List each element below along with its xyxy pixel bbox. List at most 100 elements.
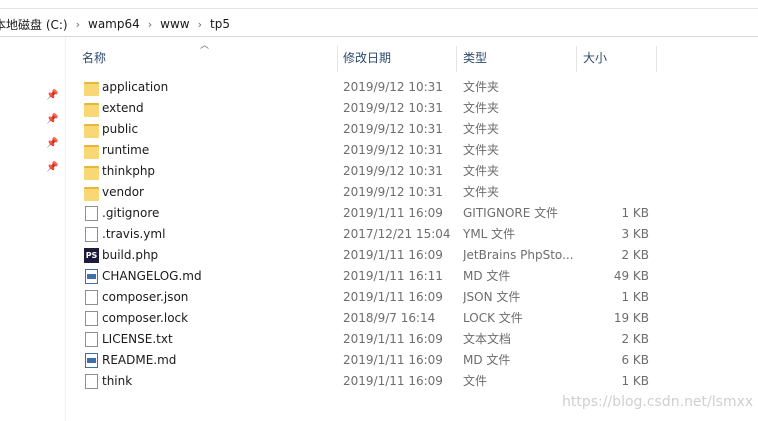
chevron-right-icon: ›: [147, 17, 153, 31]
breadcrumb-tp5[interactable]: tp5: [206, 17, 234, 31]
file-name: application: [102, 80, 169, 94]
file-type: LOCK 文件: [463, 311, 523, 325]
file-row[interactable]: PS build.php 2019/1/11 16:09 JetBrains PhpS…: [66, 245, 758, 266]
file-list[interactable]: application 2019/9/12 10:31 文件夹 extend 2019/…: [66, 77, 758, 392]
column-divider[interactable]: [337, 46, 338, 72]
file-row[interactable]: vendor 2019/9/12 10:31 文件夹: [66, 182, 758, 203]
breadcrumb-wamp64[interactable]: wamp64: [84, 17, 144, 31]
folder-icon: [84, 166, 99, 180]
folder-icon: [84, 187, 99, 201]
file-type: 文件夹: [463, 80, 500, 94]
file-name: README.md: [102, 353, 177, 367]
breadcrumb-drive[interactable]: 本地磁盘 (C:): [0, 16, 72, 33]
file-size: 2 KB: [621, 332, 649, 346]
file-name: extend: [102, 101, 144, 115]
file-date: 2017/12/21 15:04: [343, 227, 451, 241]
file-row[interactable]: composer.json 2019/1/11 16:09 JSON 文件 1 KB: [66, 287, 758, 308]
chevron-right-icon: ›: [197, 17, 203, 31]
file-name: runtime: [102, 143, 150, 157]
file-row[interactable]: .gitignore 2019/1/11 16:09 GITIGNORE 文件 1 K…: [66, 203, 758, 224]
file-date: 2019/9/12 10:31: [343, 185, 443, 199]
file-row[interactable]: CHANGELOG.md 2019/1/11 16:11 MD 文件 49 KB: [66, 266, 758, 287]
file-name: .gitignore: [102, 206, 160, 220]
sort-up-icon: ︿: [200, 41, 210, 51]
column-divider[interactable]: [456, 46, 457, 72]
file-name: vendor: [102, 185, 144, 199]
file-size: 1 KB: [621, 374, 649, 388]
file-type: 文件夹: [463, 164, 500, 178]
file-size: 49 KB: [613, 269, 649, 283]
file-row[interactable]: composer.lock 2018/9/7 16:14 LOCK 文件 19 KB: [66, 308, 758, 329]
file-date: 2019/9/12 10:31: [343, 122, 443, 136]
file-date: 2019/1/11 16:09: [343, 353, 443, 367]
window-top-edge: [0, 0, 758, 9]
column-divider[interactable]: [576, 46, 577, 72]
pin-icon[interactable]: 📌: [46, 138, 58, 150]
folder-icon: [84, 103, 99, 117]
breadcrumb-www[interactable]: www: [156, 17, 193, 31]
folder-icon: [84, 145, 99, 159]
file-size: 3 KB: [621, 227, 649, 241]
column-divider[interactable]: [656, 46, 657, 72]
column-date[interactable]: 修改日期: [343, 44, 391, 72]
file-type: 文本文档: [463, 332, 512, 346]
file-type: JetBrains PhpSto...: [463, 248, 574, 262]
file-row[interactable]: .travis.yml 2017/12/21 15:04 YML 文件 3 KB: [66, 224, 758, 245]
file-size: 6 KB: [621, 353, 649, 367]
file-date: 2019/1/11 16:09: [343, 374, 443, 388]
file-name: composer.json: [102, 290, 189, 304]
file-type: GITIGNORE 文件: [463, 206, 559, 220]
file-date: 2019/9/12 10:31: [343, 80, 443, 94]
file-row[interactable]: public 2019/9/12 10:31 文件夹: [66, 119, 758, 140]
file-row[interactable]: extend 2019/9/12 10:31 文件夹: [66, 98, 758, 119]
file-date: 2018/9/7 16:14: [343, 311, 436, 325]
file-date: 2019/1/11 16:09: [343, 332, 443, 346]
markdown-file-icon: [85, 269, 98, 284]
file-date: 2019/1/11 16:09: [343, 206, 443, 220]
pin-icon[interactable]: 📌: [46, 162, 58, 174]
folder-icon: [84, 124, 99, 138]
file-row[interactable]: application 2019/9/12 10:31 文件夹: [66, 77, 758, 98]
phpstorm-icon: PS: [84, 248, 99, 263]
file-row[interactable]: think 2019/1/11 16:09 文件 1 KB: [66, 371, 758, 392]
chevron-right-icon: ›: [75, 17, 81, 31]
file-type: JSON 文件: [463, 290, 521, 304]
column-size[interactable]: 大小: [583, 44, 607, 72]
markdown-file-icon: [85, 353, 98, 368]
pin-icon[interactable]: 📌: [46, 114, 58, 126]
file-row[interactable]: thinkphp 2019/9/12 10:31 文件夹: [66, 161, 758, 182]
file-date: 2019/1/11 16:11: [343, 269, 443, 283]
file-icon: [85, 332, 98, 347]
column-name[interactable]: 名称: [82, 44, 106, 72]
file-type: 文件夹: [463, 122, 500, 136]
file-row[interactable]: LICENSE.txt 2019/1/11 16:09 文本文档 2 KB: [66, 329, 758, 350]
file-name: CHANGELOG.md: [102, 269, 202, 283]
file-icon: [85, 290, 98, 305]
column-header: ︿ 名称 修改日期 类型 大小: [66, 41, 758, 72]
file-row[interactable]: runtime 2019/9/12 10:31 文件夹: [66, 140, 758, 161]
navigation-pane[interactable]: 📌 📌 📌 📌: [0, 37, 66, 421]
file-icon: [85, 227, 98, 242]
file-name: build.php: [102, 248, 159, 262]
column-type[interactable]: 类型: [463, 44, 487, 72]
folder-icon: [84, 82, 99, 96]
file-size: 2 KB: [621, 248, 649, 262]
pin-icon[interactable]: 📌: [46, 90, 58, 102]
file-icon: [85, 374, 98, 389]
file-date: 2019/1/11 16:09: [343, 248, 443, 262]
file-type: 文件夹: [463, 143, 500, 157]
file-type: MD 文件: [463, 353, 511, 367]
file-name: think: [102, 374, 133, 388]
file-name: LICENSE.txt: [102, 332, 173, 346]
file-type: 文件: [463, 374, 488, 388]
watermark: https://blog.csdn.net/lsmxx: [562, 394, 754, 410]
file-size: 19 KB: [613, 311, 649, 325]
file-name: public: [102, 122, 139, 136]
file-name: thinkphp: [102, 164, 156, 178]
address-bar[interactable]: 本地磁盘 (C:) › wamp64 › www › tp5: [0, 12, 758, 37]
file-size: 1 KB: [621, 206, 649, 220]
file-row[interactable]: README.md 2019/1/11 16:09 MD 文件 6 KB: [66, 350, 758, 371]
file-icon: [85, 311, 98, 326]
file-name: composer.lock: [102, 311, 189, 325]
file-type: YML 文件: [463, 227, 516, 241]
